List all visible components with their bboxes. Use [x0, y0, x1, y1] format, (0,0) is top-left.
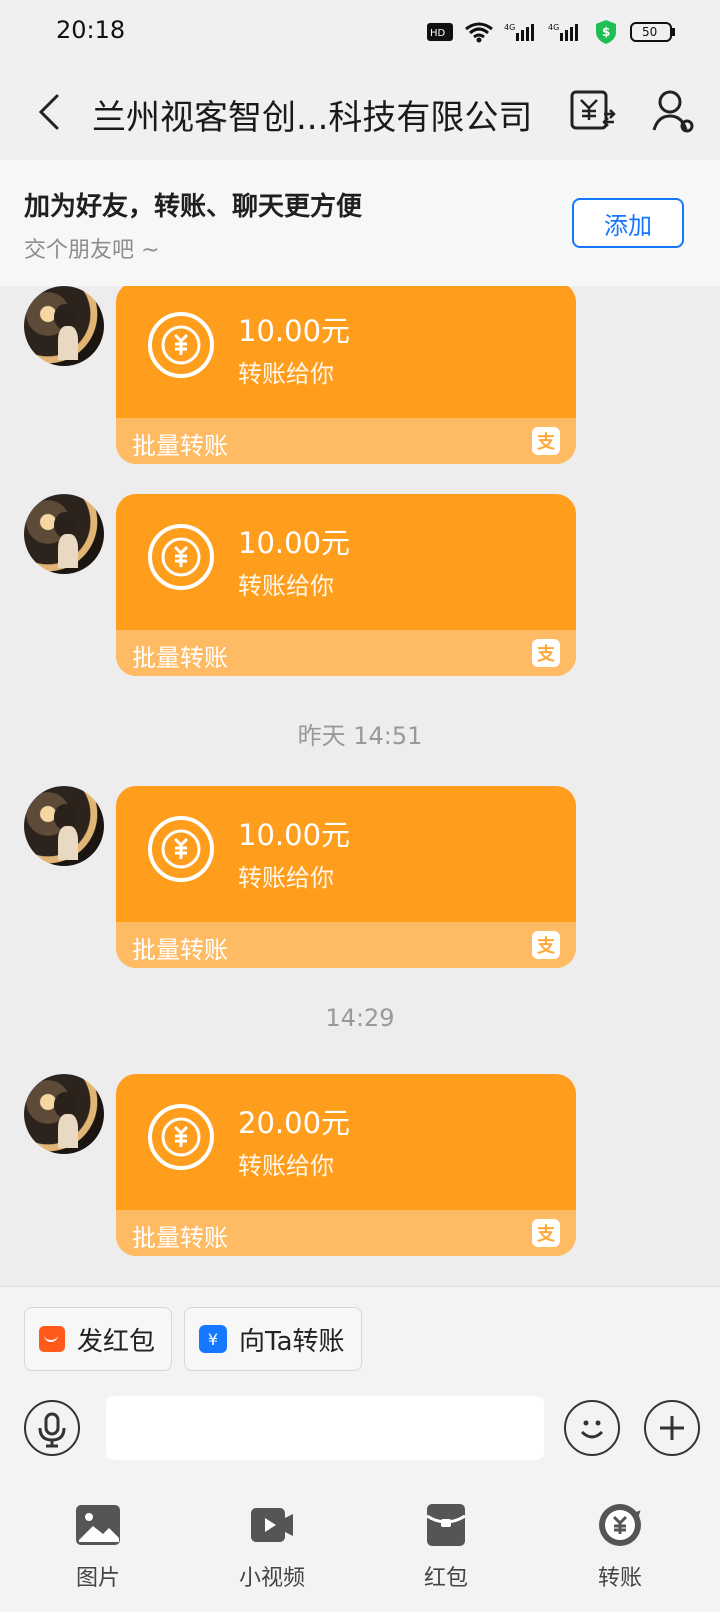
message-input[interactable]: [106, 1396, 544, 1460]
transfer-amount: 20.00元: [238, 1106, 351, 1140]
profile-button[interactable]: [648, 88, 696, 136]
video-tool[interactable]: 小视频: [212, 1500, 332, 1610]
transfer-message-card[interactable]: 10.00元 转账给你 批量转账 支: [116, 786, 576, 968]
image-icon: [76, 1505, 120, 1545]
red-envelope-icon: [39, 1326, 65, 1352]
alipay-icon: 支: [532, 639, 560, 667]
quick-action-label: 向Ta转账: [239, 1326, 345, 1357]
alipay-icon: 支: [532, 427, 560, 455]
bill-button[interactable]: [568, 86, 618, 136]
yuan-transfer-icon: [148, 816, 214, 882]
red-packet-icon: [426, 1504, 466, 1546]
yuan-transfer-icon: [148, 312, 214, 378]
transfer-tool[interactable]: 转账: [560, 1500, 680, 1610]
transfer-message-card[interactable]: 20.00元 转账给你 批量转账 支: [116, 1074, 576, 1256]
transfer-card-footer: 批量转账 支: [116, 922, 576, 968]
header: 兰州视客智创...科技有限公司: [0, 64, 720, 160]
back-button[interactable]: [26, 84, 70, 140]
message-input-bar: [0, 1384, 720, 1490]
status-time: 20:18: [56, 16, 126, 44]
emoji-icon: [580, 1420, 604, 1439]
signal-4g-icon: 4G: [504, 23, 534, 41]
friend-banner-subtitle: 交个朋友吧 ~: [24, 238, 160, 263]
tool-label: 转账: [597, 1566, 642, 1591]
avatar[interactable]: [24, 494, 104, 574]
voice-icon: [38, 1412, 66, 1448]
transfer-amount: 10.00元: [238, 314, 351, 348]
profile-icon: [652, 90, 694, 133]
status-bar: 20:18 HD 4G 4G $ 50: [0, 0, 720, 64]
friend-banner-title: 加为好友，转账、聊天更方便: [24, 192, 363, 222]
time-divider: 14:29: [325, 1004, 395, 1032]
transfer-icon: [599, 1504, 641, 1546]
plus-button[interactable]: [644, 1400, 700, 1456]
transfer-card-footer: 批量转账 支: [116, 630, 576, 676]
avatar[interactable]: [24, 286, 104, 366]
emoji-button[interactable]: [564, 1400, 620, 1456]
avatar[interactable]: [24, 786, 104, 866]
batch-transfer-label: 批量转账: [132, 644, 228, 672]
transfer-description: 转账给你: [238, 1152, 334, 1180]
voice-button[interactable]: [24, 1400, 80, 1456]
transfer-description: 转账给你: [238, 360, 334, 388]
signal-4g-icon: 4G: [548, 23, 578, 41]
add-friend-button[interactable]: 添加: [572, 198, 684, 248]
quick-actions-bar: 发红包 ¥ 向Ta转账: [0, 1286, 720, 1384]
yuan-transfer-icon: [148, 1104, 214, 1170]
transfer-card-footer: 批量转账 支: [116, 418, 576, 464]
chat-title: 兰州视客智创...科技有限公司: [92, 98, 533, 138]
transfer-amount: 10.00元: [238, 526, 351, 560]
transfer-description: 转账给你: [238, 864, 334, 892]
battery-icon: 50: [630, 22, 675, 42]
shield-icon: $: [596, 20, 616, 44]
quick-action-label: 发红包: [77, 1326, 156, 1357]
plus-icon: [660, 1416, 684, 1440]
time-divider: 昨天 14:51: [297, 722, 423, 750]
alipay-icon: 支: [532, 1219, 560, 1247]
transfer-card-footer: 批量转账 支: [116, 1210, 576, 1256]
transfer-message-card[interactable]: 10.00元 转账给你 批量转账 支: [116, 286, 576, 464]
chat-area: 10.00元 转账给你 批量转账 支 10.00元 转账给你 批量转账 支 昨天…: [0, 286, 720, 1286]
svg-text:50: 50: [642, 25, 657, 39]
tool-label: 图片: [75, 1566, 120, 1591]
alipay-icon: 支: [532, 931, 560, 959]
bill-icon: [570, 90, 616, 130]
friend-banner: 加为好友，转账、聊天更方便 交个朋友吧 ~ 添加: [0, 160, 720, 286]
svg-text:4G: 4G: [548, 23, 559, 32]
wifi-icon: [465, 22, 493, 43]
tool-label: 小视频: [238, 1566, 305, 1591]
video-icon: [251, 1508, 293, 1542]
transfer-amount: 10.00元: [238, 818, 351, 852]
yuan-transfer-icon: [148, 524, 214, 590]
batch-transfer-label: 批量转账: [132, 1224, 228, 1252]
svg-text:$: $: [602, 25, 610, 39]
status-icons: HD 4G 4G $ 50: [426, 18, 676, 46]
red-packet-tool[interactable]: 红包: [386, 1500, 506, 1610]
transfer-to-ta-button[interactable]: ¥ 向Ta转账: [184, 1307, 362, 1371]
send-red-envelope-button[interactable]: 发红包: [24, 1307, 172, 1371]
avatar[interactable]: [24, 1074, 104, 1154]
tool-label: 红包: [423, 1566, 468, 1591]
transfer-description: 转账给你: [238, 572, 334, 600]
batch-transfer-label: 批量转账: [132, 936, 228, 964]
transfer-message-card[interactable]: 10.00元 转账给你 批量转账 支: [116, 494, 576, 676]
image-tool[interactable]: 图片: [38, 1500, 158, 1610]
hd-icon: HD: [427, 23, 453, 41]
back-icon: [38, 94, 59, 130]
svg-text:HD: HD: [430, 28, 446, 39]
bottom-tools: 图片 小视频 红包 转账: [0, 1490, 720, 1612]
transfer-yuan-icon: ¥: [199, 1325, 227, 1353]
batch-transfer-label: 批量转账: [132, 432, 228, 460]
svg-text:4G: 4G: [504, 23, 515, 32]
